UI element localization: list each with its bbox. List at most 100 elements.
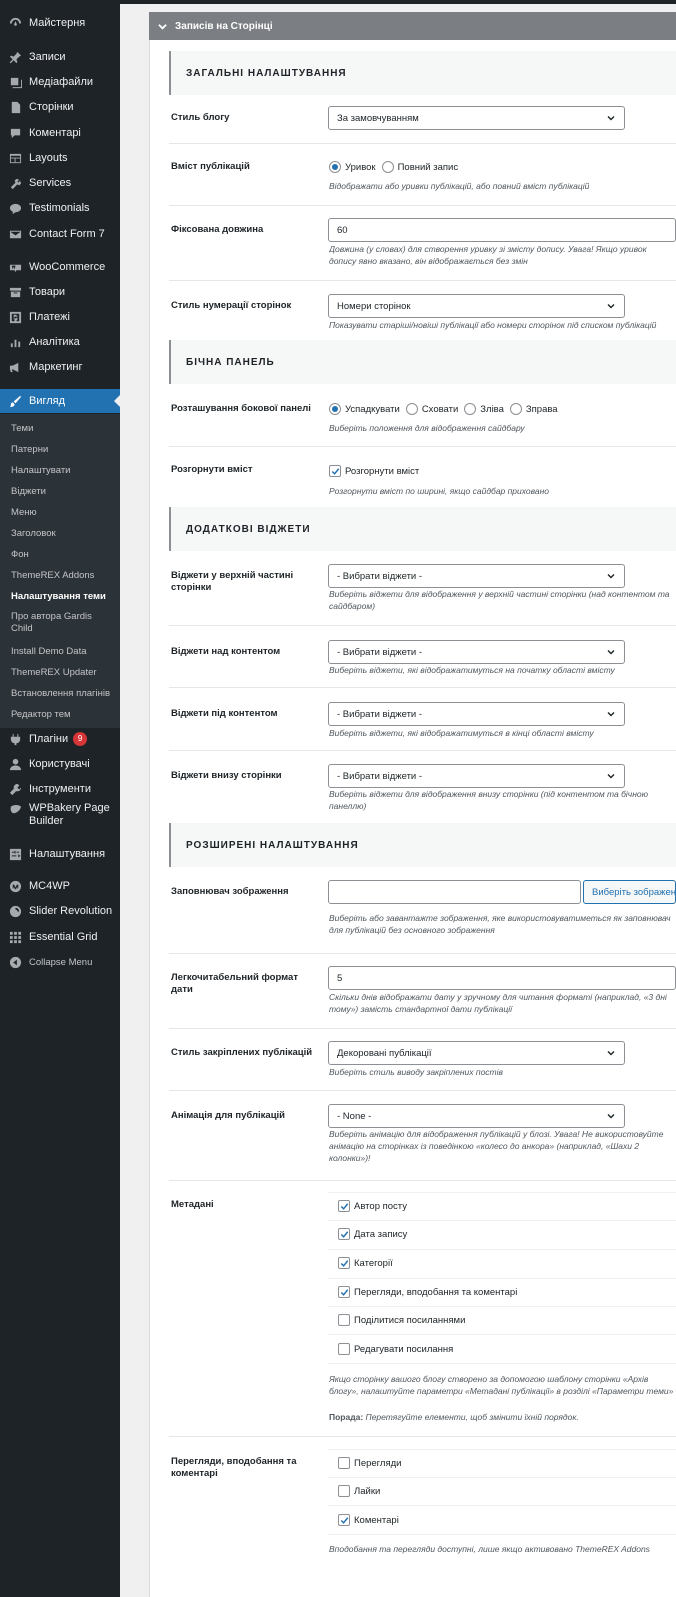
submenu-item-customize[interactable]: Налаштувати <box>11 465 70 477</box>
submenu-item-about-author[interactable]: Про автора Gardis Child <box>11 611 111 635</box>
submenu-item-menus[interactable]: Меню <box>11 507 37 519</box>
widgets-top-select[interactable]: - Вибрати віджети - <box>328 564 625 588</box>
sidebar-item-wrench[interactable]: Інструменти <box>0 777 120 801</box>
animation-select[interactable]: - None - <box>328 1104 625 1128</box>
blog-style-label: Стиль блогу <box>171 112 230 123</box>
radio-inherit[interactable]: Успадкувати <box>329 403 400 415</box>
sidebar-item-page[interactable]: Сторінки <box>0 95 120 119</box>
sidebar-item-archive[interactable]: Товари <box>0 280 120 304</box>
sidebar-item-plugin[interactable]: Плагіни 9 <box>0 727 120 751</box>
submenu-item-theme-editor[interactable]: Редактор тем <box>11 709 71 721</box>
pagination-select[interactable]: Номери сторінок <box>328 294 625 318</box>
checkbox-checked-icon <box>329 465 341 477</box>
sidebar-item-payment[interactable]: Платежі <box>0 305 120 329</box>
sidebar-item-slider[interactable]: Slider Revolution <box>0 899 120 923</box>
checkbox-checked-icon <box>338 1200 350 1212</box>
placeholder-image-desc: Виберіть або завантажте зображення, яке … <box>329 913 671 935</box>
meta-item-categories[interactable]: Категорії <box>338 1257 393 1269</box>
submenu-item-header[interactable]: Заголовок <box>11 528 56 540</box>
blog-style-select[interactable]: За замовчуванням <box>328 106 625 130</box>
submenu-item-theme-options[interactable]: Налаштування теми <box>11 591 106 603</box>
counter-item-views[interactable]: Перегляди <box>338 1457 401 1469</box>
sidebar-item-woo[interactable]: WooCommerce <box>0 255 120 279</box>
widgets-bottom-select[interactable]: - Вибрати віджети - <box>328 764 625 788</box>
meta-item-edit[interactable]: Редагувати посилання <box>338 1343 453 1355</box>
section-sidebar: БІЧНА ПАНЕЛЬ <box>169 340 676 384</box>
submenu-item-background[interactable]: Фон <box>11 549 29 561</box>
sidebar-item-label: Services <box>29 177 72 189</box>
counters-desc: Вподобання та перегляди доступні, лише я… <box>329 1544 650 1554</box>
layouts-icon <box>8 151 22 165</box>
pagination-desc: Показувати старіші/новіші публікації або… <box>329 320 657 330</box>
counters-label: Перегляди, вподобання та коментарі <box>171 1456 297 1479</box>
placeholder-image-input[interactable] <box>328 880 581 904</box>
submenu-item-updater[interactable]: ThemeREX Updater <box>11 667 97 679</box>
meta-item-share[interactable]: Поділитися посиланнями <box>338 1314 465 1326</box>
widgets-below-select[interactable]: - Вибрати віджети - <box>328 702 625 726</box>
sticky-style-label: Стиль закріплених публікацій <box>171 1047 313 1058</box>
sidebar-item-media[interactable]: Медіафайли <box>0 70 120 94</box>
sidebar-item-collapse[interactable]: Collapse Menu <box>0 950 120 974</box>
date-format-input[interactable]: 5 <box>328 966 676 990</box>
sticky-style-desc: Виберіть стиль виводу закріплених постів <box>329 1067 503 1077</box>
payment-icon <box>8 310 22 324</box>
sidebar-item-label: MC4WP <box>29 880 70 892</box>
fixed-length-input[interactable]: 60 <box>328 218 676 242</box>
widgets-above-select[interactable]: - Вибрати віджети - <box>328 640 625 664</box>
sidebar-item-layouts[interactable]: Layouts <box>0 146 120 170</box>
chevron-down-icon <box>607 116 615 121</box>
sidebar-item-settings[interactable]: Налаштування <box>0 842 120 866</box>
animation-label: Анімація для публікацій <box>171 1110 286 1121</box>
counters-list-bottom <box>328 1534 676 1535</box>
radio-full-post[interactable]: Повний запис <box>381 161 458 173</box>
sidebar-item-chart[interactable]: Аналітика <box>0 330 120 354</box>
expand-content-desc: Розгорнути вміст по ширині, якщо сайдбар… <box>329 486 550 496</box>
counter-item-likes[interactable]: Лайки <box>338 1485 380 1497</box>
meta-list-divider <box>328 1278 676 1279</box>
radio-right[interactable]: Зправа <box>509 403 558 415</box>
counter-item-comments[interactable]: Коментарі <box>338 1514 399 1526</box>
submenu-item-install-demo[interactable]: Install Demo Data <box>11 646 87 658</box>
sidebar-item-comment[interactable]: Коментарі <box>0 121 120 145</box>
pagination-label: Стиль нумерації сторінок <box>171 300 292 311</box>
date-format-desc: Скільки днів відображати дату у зручному… <box>329 992 667 1014</box>
row-divider <box>169 1180 676 1181</box>
meta-item-author[interactable]: Автор посту <box>338 1200 407 1212</box>
meta-item-counters[interactable]: Перегляди, вподобання та коментарі <box>338 1286 517 1298</box>
sidebar-item-label: Платежі <box>29 311 70 323</box>
sidebar-item-users[interactable]: Користувачі <box>0 752 120 776</box>
meta-item-date[interactable]: Дата запису <box>338 1228 407 1240</box>
sidebar-item-mc4wp[interactable]: MC4WP <box>0 874 120 898</box>
sidebar-item-grid[interactable]: Essential Grid <box>0 925 120 949</box>
sidebar-item-wpbakery[interactable]: WPBakery Page Builder <box>0 802 120 832</box>
meta-list-divider <box>328 1249 676 1250</box>
sidebar-item-brush[interactable]: Вигляд <box>0 389 120 413</box>
meta-list-divider <box>328 1306 676 1307</box>
widgets-top-label: Віджети у верхній частині сторінки <box>171 570 294 593</box>
sticky-style-select[interactable]: Декоровані публікації <box>328 1041 625 1065</box>
radio-excerpt[interactable]: Уривок <box>329 161 376 173</box>
sidebar-item-megaphone[interactable]: Маркетинг <box>0 355 120 379</box>
choose-image-button[interactable]: Виберіть зображення <box>583 880 676 904</box>
sidebar-item-pin[interactable]: Записи <box>0 45 120 69</box>
sidebar-item-mail[interactable]: Contact Form 7 <box>0 222 120 246</box>
widgets-below-desc: Виберіть віджети, які відображатимуться … <box>329 728 594 738</box>
submenu-item-install-plugins[interactable]: Встановлення плагінів <box>11 688 110 700</box>
radio-left[interactable]: Зліва <box>464 403 504 415</box>
sidebar-item-testimonial[interactable]: Testimonials <box>0 196 120 220</box>
sidebar-item-dashboard[interactable]: Майстерня <box>0 11 120 35</box>
row-divider <box>169 750 676 751</box>
submenu-item-themerex-addons[interactable]: ThemeREX Addons <box>11 570 94 582</box>
chart-icon <box>8 335 22 349</box>
submenu-item-widgets[interactable]: Віджети <box>11 486 46 498</box>
counters-list-top <box>328 1449 676 1450</box>
fixed-length-desc: Довжина (у словах) для створення уривку … <box>329 244 647 266</box>
sidebar-item-tools[interactable]: Services <box>0 171 120 195</box>
sidebar-position-radios: Успадкувати Сховати Зліва Зправа <box>329 403 564 415</box>
submenu-item-themes[interactable]: Теми <box>11 423 33 435</box>
sidebar-position-desc: Виберіть положення для відображення сайд… <box>329 423 525 433</box>
panel-header[interactable]: Записів на Сторінці <box>149 12 676 40</box>
submenu-item-patterns[interactable]: Патерни <box>11 444 48 456</box>
radio-hide[interactable]: Сховати <box>405 403 458 415</box>
expand-content-checkbox[interactable]: Розгорнути вміст <box>329 465 419 477</box>
